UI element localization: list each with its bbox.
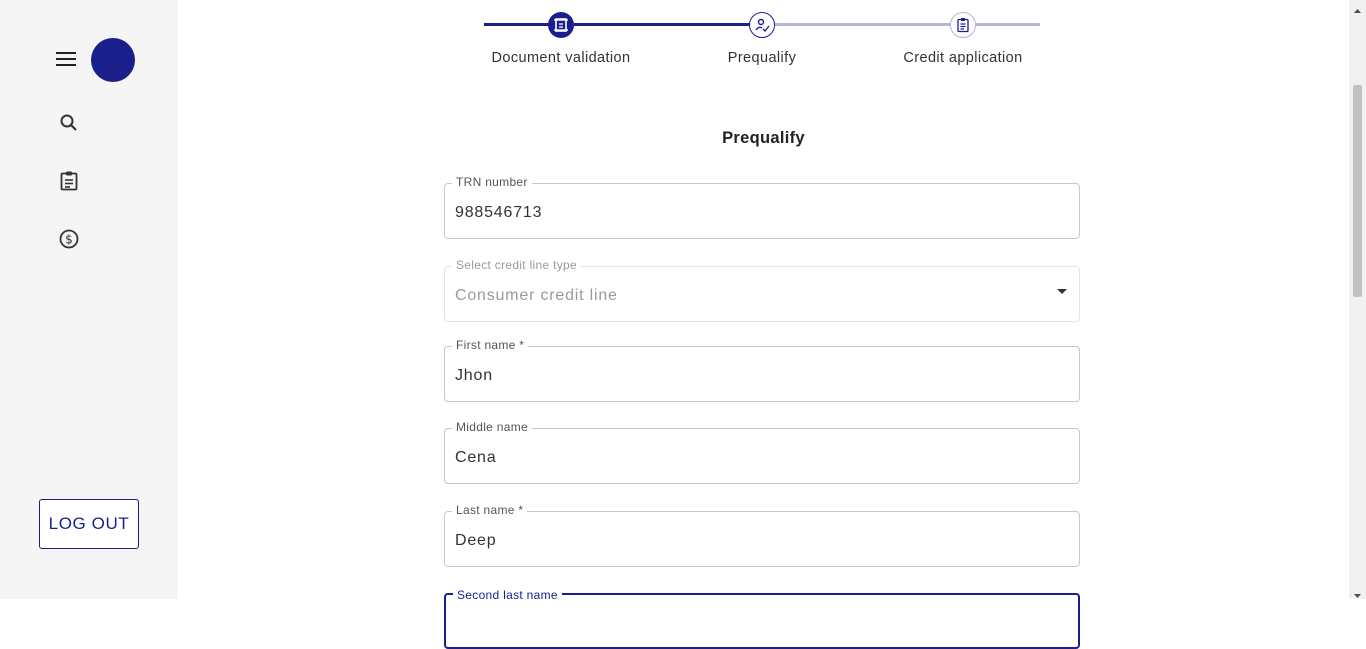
field-value[interactable]: 988546713 xyxy=(455,204,542,222)
step-signature-icon xyxy=(749,12,775,38)
step-label-document-validation[interactable]: Document validation xyxy=(461,50,661,66)
logout-button[interactable]: LOG OUT xyxy=(39,499,139,549)
chevron-down-icon[interactable] xyxy=(1057,289,1067,294)
field-value[interactable]: Jhon xyxy=(455,367,493,385)
stepper: Document validation Prequalify Credit ap… xyxy=(178,0,1349,80)
field-label: TRN number xyxy=(452,175,532,189)
scroll-up-arrow-icon[interactable] xyxy=(1353,2,1362,13)
dollar-icon[interactable]: $ xyxy=(58,228,80,250)
scrollbar[interactable] xyxy=(1349,0,1366,599)
step-connector xyxy=(574,23,761,26)
first-name-field[interactable]: First name * Jhon xyxy=(444,338,1080,402)
second-last-name-field[interactable]: Second last name xyxy=(444,588,1080,649)
svg-text:$: $ xyxy=(65,233,73,247)
menu-icon[interactable] xyxy=(56,50,78,68)
scroll-down-arrow-icon[interactable] xyxy=(1353,587,1362,598)
field-label: Last name * xyxy=(452,503,528,517)
scroll-thumb[interactable] xyxy=(1353,85,1362,297)
field-value[interactable]: Deep xyxy=(455,532,496,550)
avatar[interactable] xyxy=(91,38,135,82)
step-clipboard-icon xyxy=(950,12,976,38)
field-label: Second last name xyxy=(453,588,562,602)
search-icon[interactable] xyxy=(58,112,80,134)
clipboard-icon[interactable] xyxy=(58,170,80,192)
step-label-credit-application[interactable]: Credit application xyxy=(863,50,1063,66)
trn-number-field[interactable]: TRN number 988546713 xyxy=(444,175,1080,239)
step-connector xyxy=(775,23,950,26)
field-value[interactable]: Cena xyxy=(455,449,496,467)
field-label: Middle name xyxy=(452,420,533,434)
credit-line-type-select[interactable]: Select credit line type Consumer credit … xyxy=(444,258,1080,322)
step-connector xyxy=(975,23,1040,26)
field-label: Select credit line type xyxy=(452,258,581,272)
step-document-icon xyxy=(548,12,574,38)
middle-name-field[interactable]: Middle name Cena xyxy=(444,420,1080,484)
field-label: First name * xyxy=(452,338,529,352)
step-label-prequalify[interactable]: Prequalify xyxy=(662,50,862,66)
last-name-field[interactable]: Last name * Deep xyxy=(444,503,1080,567)
field-value[interactable]: Consumer credit line xyxy=(455,287,618,305)
sidebar: $ LOG OUT xyxy=(0,0,178,599)
main-content: Document validation Prequalify Credit ap… xyxy=(178,0,1349,649)
form-title: Prequalify xyxy=(722,129,805,147)
